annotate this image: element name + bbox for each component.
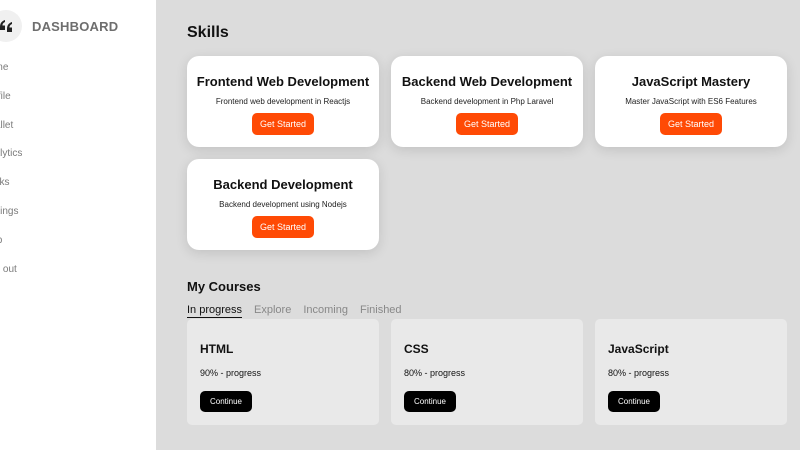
course-card: HTML 90% - progress Continue	[187, 319, 379, 425]
sidebar-item-tasks[interactable]: asks	[0, 176, 22, 205]
sidebar-item-settings[interactable]: ettings	[0, 205, 22, 234]
skill-description: Backend development in Php Laravel	[420, 97, 554, 106]
get-started-button[interactable]: Get Started	[252, 216, 314, 238]
tab-incoming[interactable]: Incoming	[303, 304, 348, 318]
continue-button[interactable]: Continue	[608, 391, 660, 412]
course-name: HTML	[200, 342, 234, 356]
skill-name: JavaScript Mastery	[631, 74, 751, 89]
continue-button[interactable]: Continue	[200, 391, 252, 412]
course-name: CSS	[404, 342, 429, 356]
skill-description: Master JavaScript with ES6 Features	[625, 97, 757, 106]
tab-explore[interactable]: Explore	[254, 304, 291, 318]
course-name: JavaScript	[608, 342, 669, 356]
sidebar-item-wallet[interactable]: Vallet	[0, 119, 22, 148]
continue-button[interactable]: Continue	[404, 391, 456, 412]
tab-finished[interactable]: Finished	[360, 304, 402, 318]
skill-card: Backend Web Development Backend developm…	[391, 56, 583, 147]
sidebar-item-logout[interactable]: og out	[0, 263, 22, 292]
skill-description: Backend development using Nodejs	[219, 200, 347, 209]
get-started-button[interactable]: Get Started	[660, 113, 722, 135]
get-started-button[interactable]: Get Started	[456, 113, 518, 135]
brand: DASHBOARD	[0, 9, 118, 43]
course-progress: 90% - progress	[200, 368, 262, 378]
quote-mark-logo-icon	[0, 10, 22, 42]
sidebar-item-analytics[interactable]: nalytics	[0, 147, 22, 176]
skill-card: JavaScript Mastery Master JavaScript wit…	[595, 56, 787, 147]
course-card: JavaScript 80% - progress Continue	[595, 319, 787, 425]
skill-card: Frontend Web Development Frontend web de…	[187, 56, 379, 147]
course-progress: 80% - progress	[404, 368, 466, 378]
main-content: Skills Frontend Web Development Frontend…	[156, 0, 800, 450]
skill-name: Backend Web Development	[401, 74, 573, 89]
course-progress: 80% - progress	[608, 368, 670, 378]
tab-in-progress[interactable]: In progress	[187, 304, 243, 318]
skill-card: Backend Development Backend development …	[187, 159, 379, 250]
get-started-button[interactable]: Get Started	[252, 113, 314, 135]
brand-title: DASHBOARD	[32, 18, 119, 34]
skill-name: Frontend Web Development	[196, 74, 370, 89]
skills-title: Skills	[187, 24, 229, 41]
course-tabs: In progress Explore Incoming Finished	[187, 304, 414, 318]
sidebar: DASHBOARD ome rofile Vallet nalytics ask…	[0, 0, 156, 450]
sidebar-item-profile[interactable]: rofile	[0, 90, 22, 119]
skill-name: Backend Development	[213, 177, 353, 192]
course-card: CSS 80% - progress Continue	[391, 319, 583, 425]
courses-title: My Courses	[187, 279, 261, 294]
sidebar-item-help[interactable]: elp	[0, 234, 22, 263]
sidebar-item-home[interactable]: ome	[0, 61, 22, 90]
skill-description: Frontend web development in Reactjs	[215, 97, 351, 106]
sidebar-nav: ome rofile Vallet nalytics asks ettings …	[0, 61, 22, 291]
